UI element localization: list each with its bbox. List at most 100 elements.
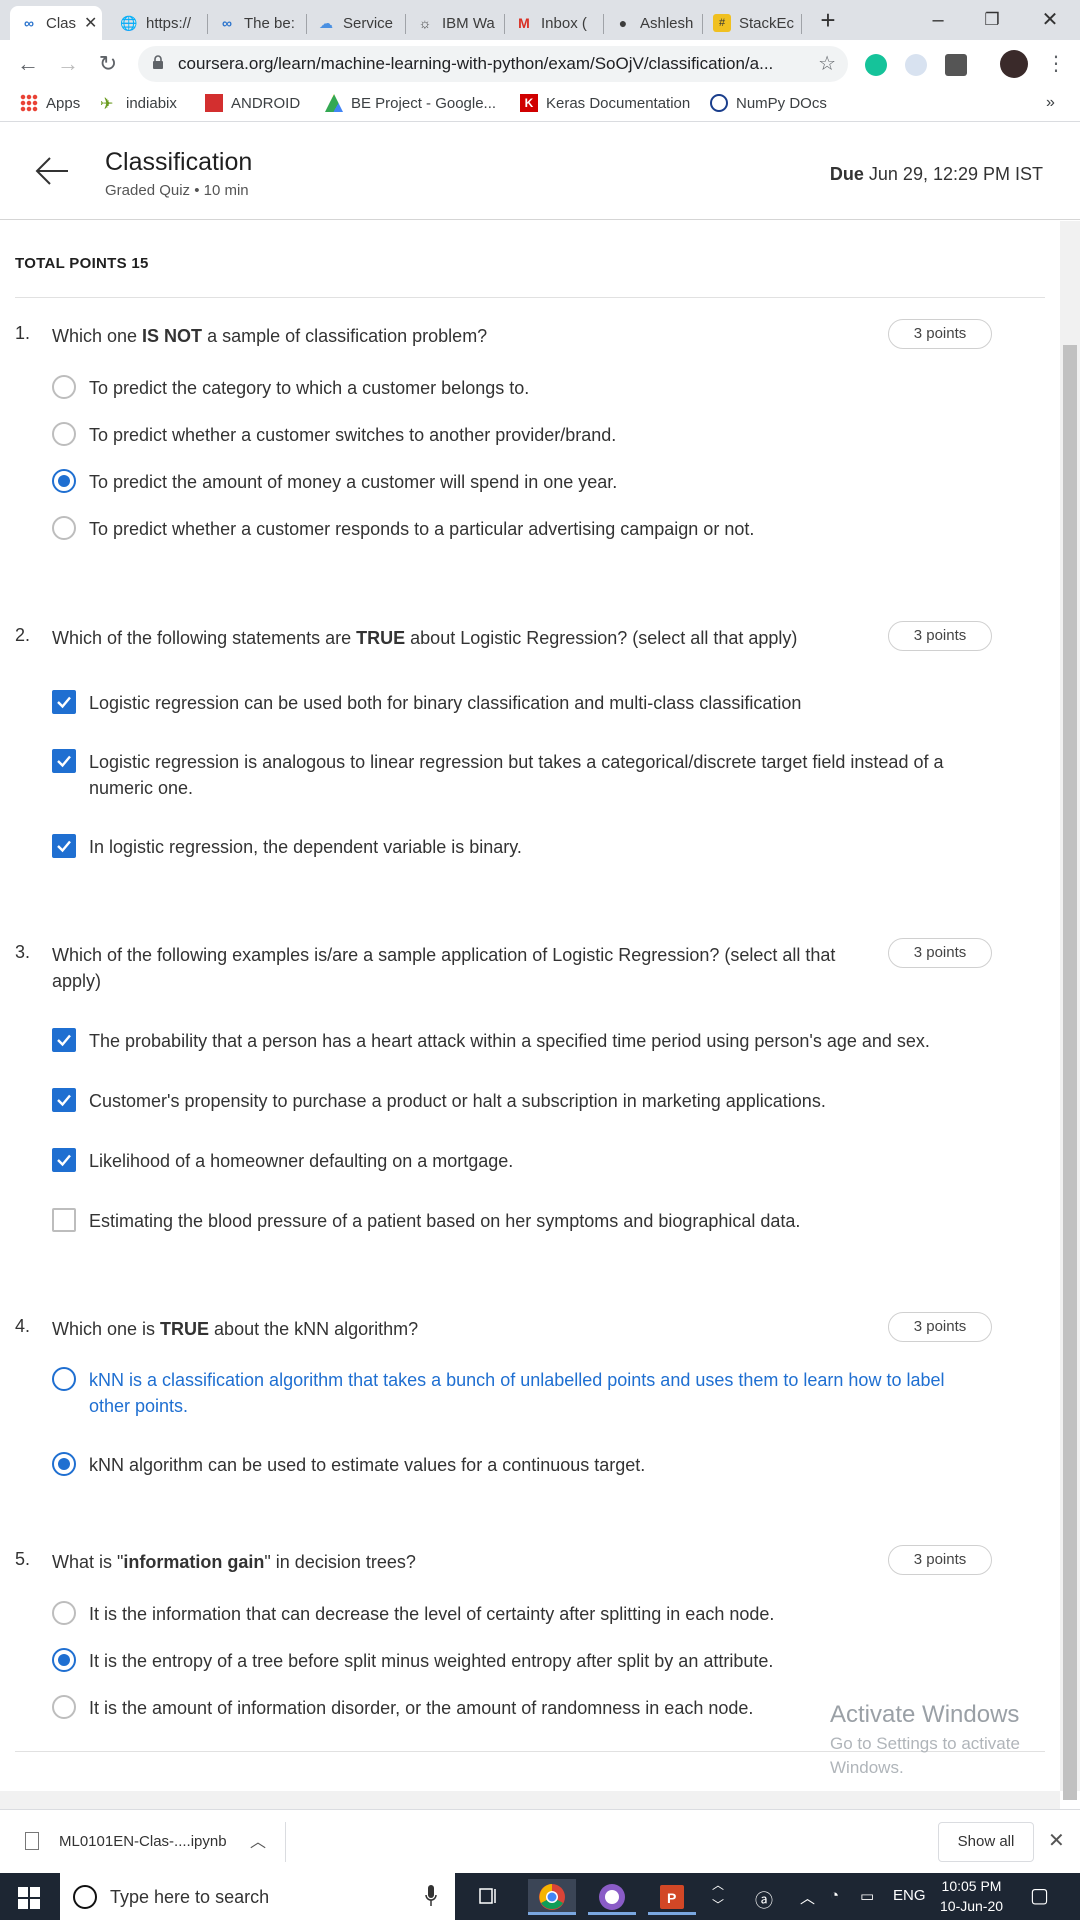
extension-icon[interactable] — [905, 54, 927, 76]
checkbox-checked[interactable] — [52, 690, 76, 714]
tab-https[interactable]: 🌐 https:// — [110, 6, 202, 40]
tab-gmail[interactable]: M Inbox ( — [505, 6, 601, 40]
menu-dots-icon[interactable]: ⋮ — [1040, 48, 1072, 80]
scrollbar-thumb[interactable] — [1063, 345, 1077, 1800]
tab-service[interactable]: ☁ Service — [307, 6, 403, 40]
gmail-icon: M — [518, 15, 530, 31]
browser-toolbar: ← → ↻ coursera.org/learn/machine-learnin… — [0, 40, 1080, 88]
download-item[interactable]: ML0101EN-Clas-....ipynb — [25, 1832, 227, 1850]
globe-icon: 🌐 — [120, 15, 138, 31]
question-number: 2. — [15, 625, 31, 645]
reload-icon[interactable]: ↻ — [92, 48, 124, 80]
github-desktop-icon[interactable] — [588, 1879, 636, 1915]
bookmarks-bar: Apps ✈ indiabix ANDROID BE Project - Goo… — [0, 88, 1080, 122]
bookmark-keras[interactable]: K Keras Documentation — [520, 94, 690, 112]
checkbox-checked[interactable] — [52, 749, 76, 773]
points-badge: 3 points — [888, 319, 992, 349]
radio-button[interactable] — [52, 516, 76, 540]
checkbox-checked[interactable] — [52, 834, 76, 858]
tab-coursera-2[interactable]: ∞ The be: — [208, 6, 300, 40]
bookmark-indiabix[interactable]: ✈ indiabix — [100, 94, 177, 114]
radio-button-selected[interactable] — [52, 1648, 76, 1672]
powerpoint-icon[interactable]: P — [648, 1879, 696, 1915]
bookmark-star-icon[interactable]: ☆ — [818, 51, 836, 76]
checkbox-checked[interactable] — [52, 1148, 76, 1172]
question-text: What is "information gain" in decision t… — [52, 1552, 416, 1572]
radio-button[interactable] — [52, 422, 76, 446]
tab-label: The be: — [244, 14, 295, 32]
minimize-icon[interactable]: – — [918, 4, 958, 36]
bookmark-numpy[interactable]: NumPy DOcs — [710, 94, 827, 112]
question-number: 3. — [15, 942, 31, 962]
points-badge: 3 points — [888, 621, 992, 651]
tab-coursera-classification[interactable]: ∞ Clas ✕ — [10, 6, 102, 40]
tab-ibm-watson[interactable]: ☼ IBM Wa — [406, 6, 502, 40]
chevron-up-icon[interactable]: ︿ — [800, 1887, 815, 1908]
close-window-icon[interactable]: ✕ — [1030, 4, 1070, 36]
chevron-up-icon[interactable]: ︿ — [250, 1828, 266, 1852]
profile-avatar[interactable] — [1000, 50, 1028, 78]
tab-github[interactable]: ● Ashlesh — [604, 6, 700, 40]
restore-icon[interactable]: ❐ — [972, 4, 1012, 36]
radio-button-selected[interactable] — [52, 469, 76, 493]
grammarly-icon[interactable] — [865, 54, 887, 76]
download-bar: ML0101EN-Clas-....ipynb ︿ Show all ✕ — [0, 1809, 1080, 1873]
vertical-scrollbar[interactable] — [1060, 221, 1080, 1800]
windows-start-icon[interactable] — [18, 1887, 40, 1909]
activate-windows-watermark: Activate Windows — [830, 1701, 1020, 1728]
bookmark-apps[interactable]: Apps — [20, 94, 80, 112]
wifi-icon[interactable]: ◔ — [830, 1887, 839, 1904]
horizontal-scrollbar[interactable] — [0, 1791, 1060, 1809]
bookmark-be-project[interactable]: BE Project - Google... — [325, 94, 496, 112]
activate-windows-line: Go to Settings to activate — [830, 1734, 1020, 1753]
svg-text:P: P — [667, 1890, 676, 1906]
page-subtitle: Graded Quiz • 10 min — [105, 182, 249, 199]
notifications-icon[interactable]: ▢ — [1030, 1883, 1049, 1908]
download-extension-icon[interactable] — [945, 54, 967, 76]
divider — [285, 1822, 286, 1862]
stackedit-icon: # — [713, 14, 731, 32]
system-clock[interactable]: 10:05 PM 10-Jun-20 — [940, 1876, 1003, 1916]
back-icon[interactable]: ← — [12, 48, 44, 80]
checkbox-checked[interactable] — [52, 1088, 76, 1112]
numpy-icon — [710, 94, 728, 112]
close-icon[interactable]: ✕ — [1048, 1828, 1065, 1853]
github-icon: ● — [618, 15, 628, 31]
checkbox[interactable] — [52, 1208, 76, 1232]
new-tab-button[interactable]: + — [808, 4, 848, 36]
back-arrow-icon[interactable] — [34, 156, 70, 186]
question-number: 1. — [15, 323, 31, 343]
taskbar-search-box[interactable]: Type here to search — [60, 1873, 455, 1920]
bookmarks-overflow-button[interactable]: » — [1046, 94, 1055, 112]
address-bar[interactable]: coursera.org/learn/machine-learning-with… — [138, 46, 848, 82]
radio-button-selected[interactable] — [52, 1452, 76, 1476]
close-tab-icon[interactable]: ✕ — [84, 13, 97, 33]
radio-button[interactable] — [52, 1601, 76, 1625]
points-badge: 3 points — [888, 1312, 992, 1342]
google-drive-icon — [325, 94, 343, 112]
indiabix-icon: ✈ — [100, 96, 114, 113]
chrome-icon[interactable] — [528, 1879, 576, 1915]
microphone-icon[interactable] — [425, 1885, 437, 1907]
battery-icon[interactable]: ▭ — [860, 1887, 874, 1905]
question-text: Which of the following statements are TR… — [52, 628, 798, 648]
bookmark-android[interactable]: ANDROID — [205, 94, 300, 112]
apps-grid-icon — [20, 94, 38, 112]
download-filename: ML0101EN-Clas-....ipynb — [59, 1832, 227, 1850]
people-icon[interactable]: ⓐ — [755, 1887, 773, 1913]
tab-separator — [801, 14, 802, 34]
tab-label: Inbox ( — [541, 14, 587, 32]
tab-label: IBM Wa — [442, 14, 495, 32]
radio-button[interactable] — [52, 1367, 76, 1391]
checkbox-checked[interactable] — [52, 1028, 76, 1052]
radio-button[interactable] — [52, 1695, 76, 1719]
tab-label: Clas — [46, 14, 77, 32]
language-indicator[interactable]: ENG — [893, 1887, 926, 1904]
tab-stackedit[interactable]: # StackEc — [703, 6, 799, 40]
radio-button[interactable] — [52, 375, 76, 399]
task-view-icon[interactable] — [464, 1879, 512, 1915]
show-all-button[interactable]: Show all — [938, 1822, 1034, 1862]
lock-icon — [153, 55, 163, 69]
taskbar-scroll-icon[interactable]: ︿ ﹀ — [712, 1875, 724, 1915]
forward-icon[interactable]: → — [52, 48, 84, 80]
